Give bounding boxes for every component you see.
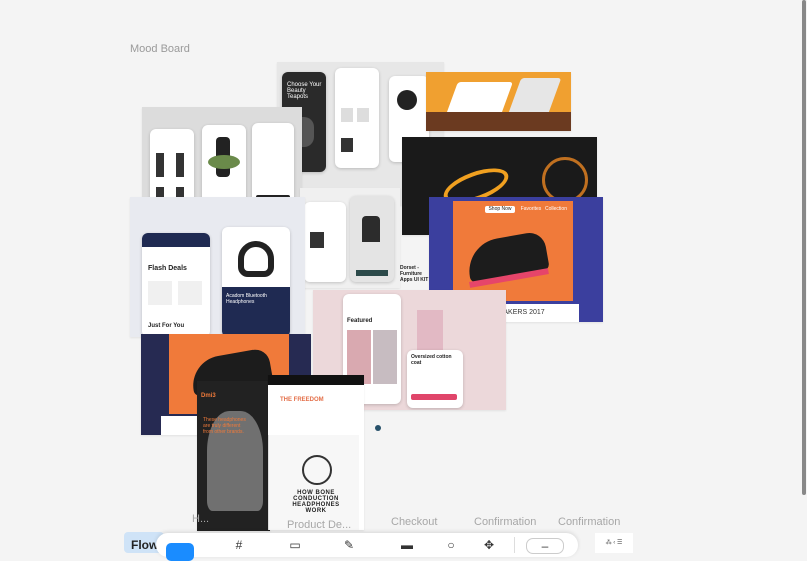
frame-icon[interactable]: # xyxy=(232,538,246,552)
sneakers-tab-collection[interactable]: Collection xyxy=(541,206,571,213)
frame-label-checkout[interactable]: Checkout xyxy=(391,516,437,528)
small-dot xyxy=(375,425,381,431)
chair-phone-detail xyxy=(350,196,394,282)
flash-sub: Just For You xyxy=(148,323,185,329)
beauty-phone-list xyxy=(335,68,379,168)
fashion-title: Oversized cotton coat xyxy=(411,354,452,366)
bottom-toolbar: # ▭ ✎ ▬ ○ ✥ – xyxy=(156,533,578,561)
text-icon[interactable]: ▬ xyxy=(400,538,414,552)
bone-title: HOW BONE CONDUCTION HEADPHONES WORK xyxy=(292,490,340,514)
select-icon[interactable] xyxy=(166,543,194,561)
board-title: Mood Board xyxy=(130,43,190,55)
orange-devices-card[interactable] xyxy=(426,72,571,131)
sneakers-tab-shop[interactable]: Shop Now xyxy=(485,206,515,213)
frame-label-product-detail[interactable]: Product De... xyxy=(287,519,351,531)
flash-deals-card[interactable]: Flash Deals Just For You Acadom Bluetoot… xyxy=(130,197,305,337)
pen-icon[interactable]: ✎ xyxy=(342,538,356,552)
bone-banner: THE FREEDOM xyxy=(280,397,324,403)
beauty-heading: Choose Your Beauty Teapots xyxy=(287,82,322,100)
frame-label-confirmation-1[interactable]: Confirmation xyxy=(474,516,536,528)
plugins-icon[interactable]: ✥ xyxy=(482,538,496,552)
vertical-scrollbar[interactable] xyxy=(802,0,806,495)
headphones-title: Acadom Bluetooth Headphones xyxy=(226,293,267,305)
sneakers-tab-favorites[interactable]: Favorites xyxy=(519,206,543,213)
fashion-heading: Featured xyxy=(347,318,373,324)
frame-label-home[interactable]: H... xyxy=(192,513,209,525)
chair-app-card[interactable] xyxy=(300,188,400,288)
chair-phone-list xyxy=(304,202,346,282)
comment-icon[interactable]: ○ xyxy=(444,538,458,552)
flash-phone: Flash Deals Just For You xyxy=(142,233,210,337)
rectangle-icon[interactable]: ▭ xyxy=(288,538,302,552)
man-poster-card[interactable]: Dmi3 These headphones are truly differen… xyxy=(197,381,270,531)
zoom-widget[interactable]: ⁂ ‹ ☰ xyxy=(595,533,633,553)
share-icon[interactable]: – xyxy=(526,538,564,554)
frame-label-confirmation-2[interactable]: Confirmation xyxy=(558,516,620,528)
headphones-phone: Acadom Bluetooth Headphones xyxy=(222,227,290,337)
bone-conduction-card[interactable]: THE FREEDOM HOW BONE CONDUCTION HEADPHON… xyxy=(268,375,364,530)
poster-quote: These headphones are truly different fro… xyxy=(203,417,246,435)
fashion-detail-popup: Oversized cotton coat xyxy=(407,350,463,408)
flash-heading: Flash Deals xyxy=(148,265,187,272)
